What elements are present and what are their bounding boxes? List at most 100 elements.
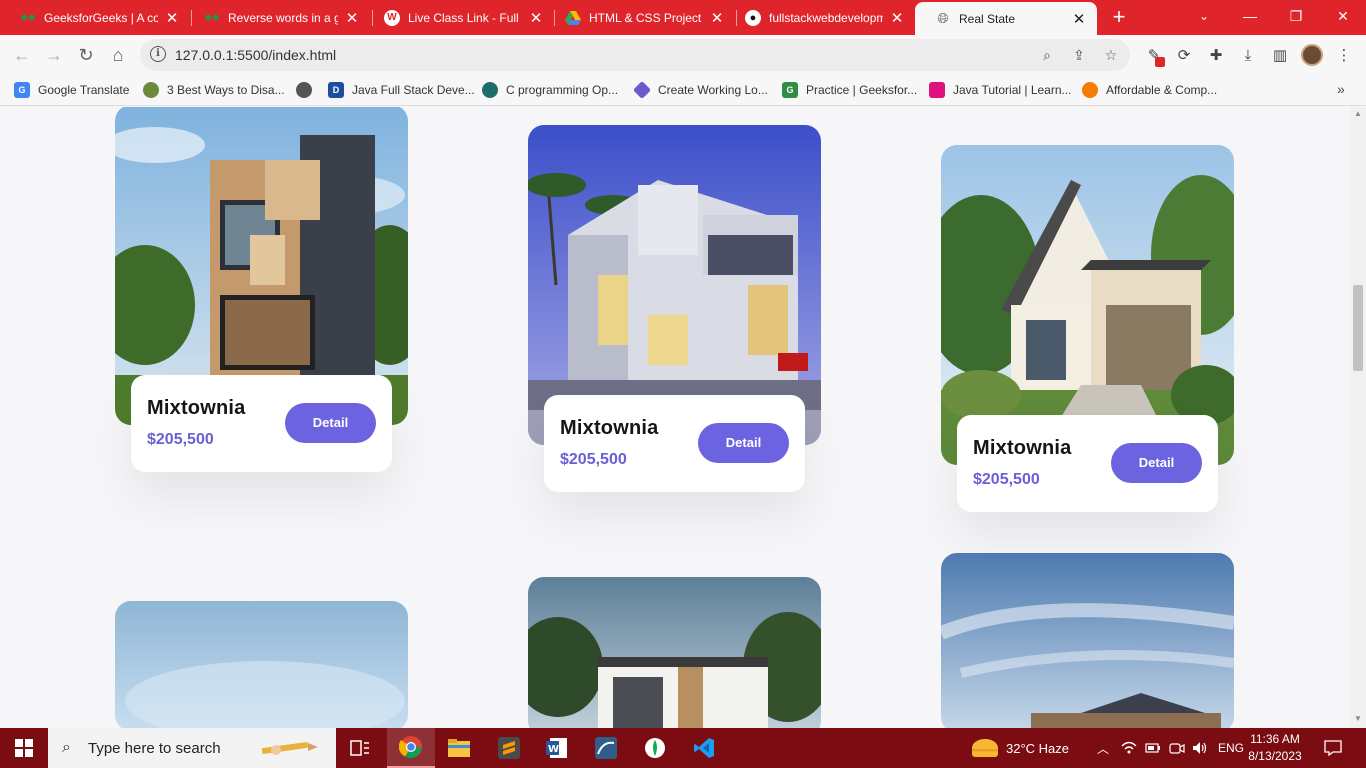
tray-overflow-chevron-icon[interactable]: ︿ xyxy=(1097,728,1109,768)
tab-title: Real State xyxy=(959,11,1016,26)
clock-time: 11:36 AM xyxy=(1250,732,1300,746)
globe-icon xyxy=(296,82,312,98)
search-icon: ⌕ xyxy=(62,739,71,756)
site-info-icon[interactable]: i xyxy=(150,46,166,62)
reload-icon[interactable]: ↻ xyxy=(72,41,100,69)
browser-tab-active[interactable]: 🌐︎ Real State ✕ xyxy=(915,2,1097,35)
browser-tab[interactable]: ◆◆ Reverse words in a giv ✕ xyxy=(184,0,370,35)
scrollbar-thumb[interactable] xyxy=(1353,285,1363,371)
tab-search-chevron-icon[interactable]: ⌄ xyxy=(1181,0,1227,32)
meet-now-icon[interactable] xyxy=(1169,728,1185,768)
minimize-button[interactable]: — xyxy=(1227,0,1273,32)
file-explorer-icon[interactable] xyxy=(435,728,483,768)
volume-icon[interactable] xyxy=(1192,728,1208,768)
bookmark-item[interactable]: Java Tutorial | Learn... xyxy=(929,82,1072,98)
sublime-text-icon[interactable] xyxy=(485,728,533,768)
bookmark-favicon xyxy=(929,82,945,98)
property-info-box: Mixtownia $205,500 Detail xyxy=(131,375,392,472)
detail-button[interactable]: Detail xyxy=(285,403,376,443)
svg-text:W: W xyxy=(548,744,559,755)
sync-extension-icon[interactable]: ⟳ xyxy=(1173,45,1195,67)
weather-widget[interactable]: 32°C Haze xyxy=(972,728,1069,768)
property-photo xyxy=(941,553,1234,728)
bookmark-star-icon[interactable]: ☆ xyxy=(1101,45,1121,65)
bookmark-label: Java Tutorial | Learn... xyxy=(953,83,1072,97)
tab-close-icon[interactable]: ✕ xyxy=(1071,10,1087,28)
property-info-box: Mixtownia $205,500 Detail xyxy=(544,395,805,492)
mysql-workbench-icon[interactable] xyxy=(582,728,630,768)
browser-toolbar: ← → ↻ ⌂ i 127.0.0.1:5500/index.html ⌕ ⇪ … xyxy=(0,35,1366,75)
browser-tab[interactable]: W Live Class Link - Full St ✕ xyxy=(364,0,554,35)
windows-taskbar: ⌕ Type here to search W 32°C Haze ︿ ENG … xyxy=(0,728,1366,768)
back-arrow-icon[interactable]: ← xyxy=(8,41,36,69)
notification-icon[interactable] xyxy=(1324,728,1342,768)
menu-kebab-icon[interactable]: ⋮ xyxy=(1333,45,1355,67)
property-card xyxy=(115,601,408,728)
url-text[interactable]: 127.0.0.1:5500/index.html xyxy=(175,47,336,63)
bookmark-item[interactable]: D Java Full Stack Deve... xyxy=(328,82,475,98)
more-bookmarks-icon[interactable]: » xyxy=(1337,81,1345,97)
detail-button[interactable]: Detail xyxy=(698,423,789,463)
tab-close-icon[interactable]: ✕ xyxy=(164,9,180,27)
restore-button[interactable]: ❐ xyxy=(1273,0,1319,32)
google-drive-icon xyxy=(565,10,581,26)
browser-tab[interactable]: ● fullstackwebdevelopm ✕ xyxy=(725,0,915,35)
wifi-icon[interactable] xyxy=(1121,728,1137,768)
mongodb-compass-icon[interactable] xyxy=(631,728,679,768)
scroll-down-icon[interactable]: ▼ xyxy=(1354,714,1362,723)
windows-start-icon[interactable] xyxy=(0,728,48,768)
tab-close-icon[interactable]: ✕ xyxy=(528,9,544,27)
bookmark-item[interactable]: Affordable & Comp... xyxy=(1082,82,1217,98)
detail-button[interactable]: Detail xyxy=(1111,443,1202,483)
property-name: Mixtownia xyxy=(973,437,1072,459)
zoom-icon[interactable]: ⌕ xyxy=(1037,45,1057,65)
address-bar[interactable]: i 127.0.0.1:5500/index.html ⌕ ⇪ ☆ xyxy=(140,39,1130,71)
word-icon[interactable]: W xyxy=(533,728,581,768)
taskbar-search-box[interactable]: ⌕ Type here to search xyxy=(48,728,336,768)
bookmark-favicon xyxy=(143,82,159,98)
vscode-icon[interactable] xyxy=(680,728,728,768)
chrome-taskbar-icon[interactable] xyxy=(387,728,435,768)
bookmark-item[interactable]: Create Working Lo... xyxy=(632,80,768,100)
bookmark-label: Create Working Lo... xyxy=(658,83,768,97)
page-scrollbar[interactable]: ▲ ▼ xyxy=(1350,107,1366,728)
search-placeholder: Type here to search xyxy=(88,740,221,757)
tab-title: fullstackwebdevelopm xyxy=(769,10,883,25)
share-icon[interactable]: ⇪ xyxy=(1069,45,1089,65)
globe-icon: 🌐︎ xyxy=(937,10,949,26)
tab-close-icon[interactable]: ✕ xyxy=(709,9,725,27)
bookmark-item[interactable]: C programming Op... xyxy=(482,82,618,98)
browser-tab[interactable]: HTML & CSS Project 6 ✕ xyxy=(545,0,735,35)
bookmark-label: 3 Best Ways to Disa... xyxy=(167,83,285,97)
forward-arrow-icon[interactable]: → xyxy=(40,41,68,69)
home-icon[interactable]: ⌂ xyxy=(104,41,132,69)
sun-haze-icon xyxy=(972,739,998,757)
bookmark-item[interactable]: 3 Best Ways to Disa... xyxy=(143,82,285,98)
taskbar-clock[interactable]: 11:36 AM 8/13/2023 xyxy=(1240,731,1310,765)
property-card: Mixtownia $205,500 Detail xyxy=(528,125,821,495)
weather-text: 32°C Haze xyxy=(1006,740,1070,756)
bookmark-item[interactable]: G Practice | Geeksfor... xyxy=(782,82,917,98)
scroll-up-icon[interactable]: ▲ xyxy=(1354,109,1362,118)
wordpress-icon: W xyxy=(384,9,400,26)
github-icon: ● xyxy=(745,9,761,26)
property-card: Mixtownia $205,500 Detail xyxy=(115,107,408,475)
bookmark-item[interactable]: G Google Translate xyxy=(14,82,129,98)
tab-close-icon[interactable]: ✕ xyxy=(344,9,360,27)
battery-icon[interactable] xyxy=(1145,728,1161,768)
new-tab-button[interactable]: + xyxy=(1106,4,1132,30)
pen-extension-icon[interactable]: ✎ xyxy=(1143,45,1165,67)
gfg-icon: G xyxy=(782,82,798,98)
tab-close-icon[interactable]: ✕ xyxy=(889,9,905,27)
side-panel-icon[interactable]: ▥ xyxy=(1269,45,1291,67)
property-photo xyxy=(115,601,408,728)
task-view-icon[interactable] xyxy=(336,728,384,768)
property-name: Mixtownia xyxy=(147,397,246,419)
bookmark-item[interactable] xyxy=(296,82,320,98)
download-icon[interactable]: ⤓ xyxy=(1237,45,1259,67)
profile-avatar[interactable] xyxy=(1301,44,1323,66)
extensions-puzzle-icon[interactable]: ✚ xyxy=(1205,45,1227,67)
close-window-button[interactable]: ✕ xyxy=(1320,0,1366,32)
browser-tab[interactable]: ◆◆ GeeksforGeeks | A com ✕ xyxy=(0,0,190,35)
google-translate-icon: G xyxy=(14,82,30,98)
